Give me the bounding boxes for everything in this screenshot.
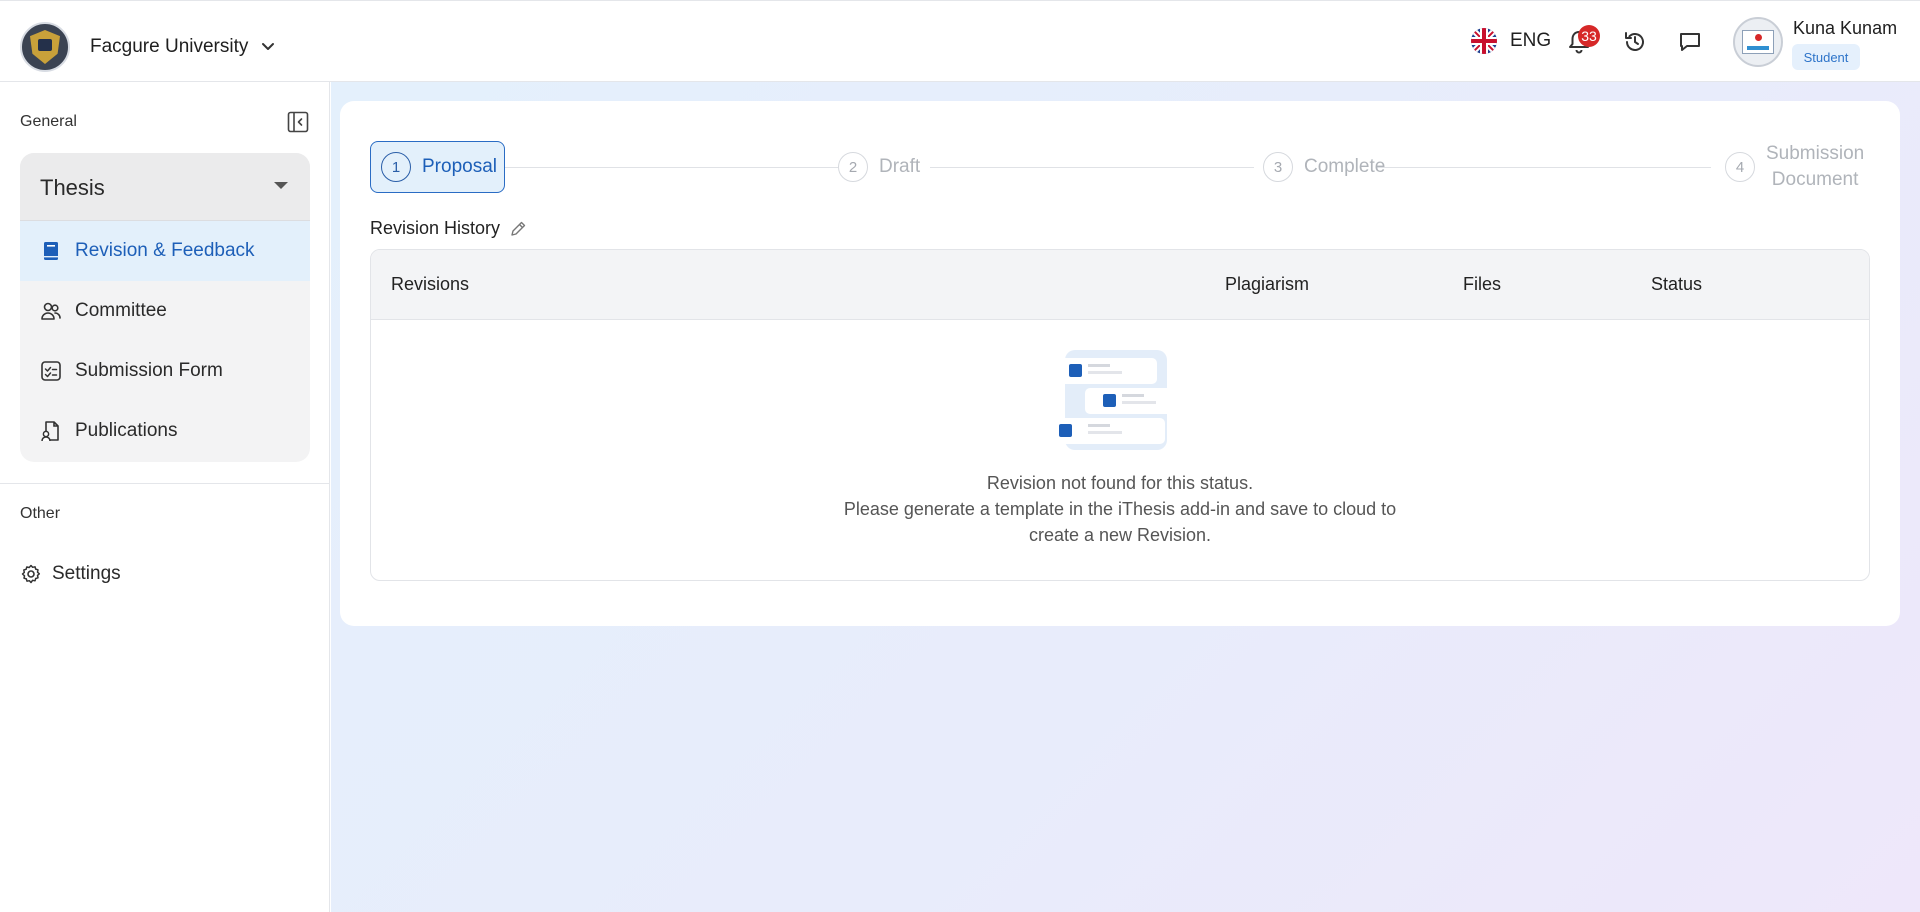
role-badge: Student	[1792, 44, 1860, 70]
step-complete[interactable]: 3 Complete	[1263, 152, 1385, 182]
empty-list-illustration	[1051, 350, 1191, 450]
thesis-group-title: Thesis	[40, 175, 105, 200]
step-submission-document[interactable]: 4 Submission Document	[1725, 141, 1864, 193]
table-header: Revisions Plagiarism Files Status	[371, 250, 1869, 320]
language-label: ENG	[1510, 30, 1552, 51]
column-header-status[interactable]: Status	[1651, 274, 1702, 295]
empty-message-line1: Revision not found for this status.	[986, 473, 1254, 493]
column-header-plagiarism[interactable]: Plagiarism	[1225, 274, 1309, 295]
sidebar-item-submission-form[interactable]: Submission Form	[20, 341, 310, 401]
revisions-table: Revisions Plagiarism Files Status Revisi…	[370, 249, 1870, 581]
users-icon	[41, 302, 61, 320]
gear-icon	[21, 564, 41, 584]
step-label: Proposal	[422, 156, 497, 177]
empty-message-line2: Please generate a template in the iThesi…	[843, 499, 1397, 519]
history-icon[interactable]	[1621, 28, 1649, 56]
step-number: 2	[838, 152, 868, 182]
sidebar-item-publications[interactable]: Publications	[20, 401, 310, 461]
user-name[interactable]: Kuna Kunam	[1793, 18, 1897, 39]
step-label: Draft	[879, 156, 921, 177]
sidebar-item-revision-feedback[interactable]: Revision & Feedback	[20, 221, 310, 281]
settings-label: Settings	[52, 563, 121, 584]
column-header-files[interactable]: Files	[1463, 274, 1501, 295]
sidebar: General Thesis Revision & Feedback Commi…	[0, 82, 330, 912]
document-person-icon	[41, 421, 59, 442]
language-selector[interactable]: ENG	[1471, 28, 1551, 54]
thesis-group: Thesis Revision & Feedback Committee Sub…	[20, 153, 310, 462]
revision-history-heading: Revision History	[370, 218, 527, 239]
pencil-icon[interactable]	[509, 220, 527, 238]
step-label: Submission Document	[1766, 141, 1864, 193]
sidebar-item-label: Committee	[75, 300, 167, 321]
content-panel: 1 Proposal 2 Draft 3 Complete 4 Submissi…	[340, 101, 1900, 626]
stepper: 1 Proposal 2 Draft 3 Complete 4 Submissi…	[370, 141, 1870, 193]
step-connector	[505, 167, 838, 168]
step-label-line2: Document	[1771, 169, 1859, 190]
step-draft[interactable]: 2 Draft	[838, 152, 920, 182]
section-label-other: Other	[20, 505, 61, 522]
sidebar-divider	[0, 483, 330, 484]
chevron-down-icon[interactable]	[259, 37, 277, 55]
caret-down-icon	[274, 182, 288, 189]
step-connector	[930, 167, 1254, 168]
avatar[interactable]	[1733, 17, 1783, 67]
sidebar-item-label: Submission Form	[75, 360, 223, 381]
step-number: 4	[1725, 152, 1755, 182]
empty-message-line3: create a new Revision.	[1028, 525, 1212, 545]
empty-message: Revision not found for this status. Plea…	[371, 470, 1869, 548]
chat-icon[interactable]	[1676, 28, 1704, 56]
sidebar-item-label: Publications	[75, 420, 178, 441]
checklist-icon	[41, 361, 61, 381]
step-label: Complete	[1304, 156, 1386, 177]
sidebar-item-settings[interactable]: Settings	[20, 563, 121, 585]
notification-badge: 33	[1578, 25, 1600, 47]
thesis-group-header[interactable]: Thesis	[20, 153, 310, 221]
university-name[interactable]: Facgure University	[90, 36, 248, 58]
step-connector	[1377, 167, 1711, 168]
collapse-sidebar-icon[interactable]	[287, 111, 309, 133]
step-number: 1	[381, 152, 411, 182]
university-logo[interactable]	[20, 22, 70, 72]
main-area: 1 Proposal 2 Draft 3 Complete 4 Submissi…	[331, 82, 1920, 912]
step-label-line1: Submission	[1766, 143, 1865, 164]
section-label-general: General	[20, 113, 77, 130]
step-number: 3	[1263, 152, 1293, 182]
step-proposal[interactable]: 1 Proposal	[370, 141, 505, 193]
book-icon	[44, 242, 58, 260]
sidebar-item-committee[interactable]: Committee	[20, 281, 310, 341]
empty-state: Revision not found for this status. Plea…	[371, 320, 1869, 580]
sidebar-item-label: Revision & Feedback	[75, 240, 255, 261]
column-header-revisions[interactable]: Revisions	[391, 274, 469, 295]
revision-history-title: Revision History	[370, 218, 501, 238]
uk-flag-icon	[1471, 28, 1497, 54]
top-header: Facgure University ENG 33 Kuna Kunam Stu…	[0, 0, 1920, 82]
